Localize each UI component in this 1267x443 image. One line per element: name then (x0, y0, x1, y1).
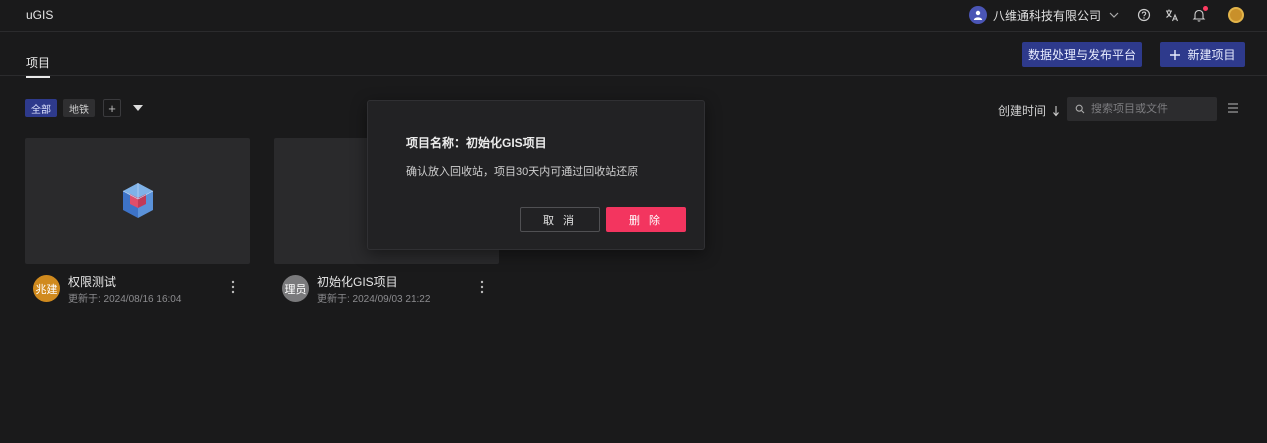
org-avatar (969, 6, 987, 24)
search-icon (1075, 104, 1085, 114)
plus-icon (1170, 49, 1181, 60)
project-meta: 兆建 权限测试 更新于: 2024/08/16 16:04 (25, 273, 250, 313)
tag-all[interactable]: 全部 (25, 99, 57, 117)
new-project-button[interactable]: 新建项目 (1160, 42, 1245, 67)
search-input[interactable] (1091, 103, 1211, 115)
translate-icon[interactable] (1164, 7, 1180, 23)
project-thumbnail[interactable] (25, 138, 250, 264)
delete-button[interactable]: 删 除 (606, 207, 686, 232)
owner-avatar: 理员 (282, 275, 309, 302)
top-bar: uGIS 八维通科技有限公司 (0, 0, 1267, 32)
new-project-label: 新建项目 (1187, 48, 1236, 62)
tags-dropdown-icon[interactable] (133, 105, 143, 111)
tag-metro[interactable]: 地铁 (63, 99, 95, 117)
org-name: 八维通科技有限公司 (993, 8, 1102, 23)
sort-label: 创建时间 (998, 104, 1047, 118)
delete-confirm-dialog: 项目名称：初始化GIS项目 确认放入回收站，项目30天内可通过回收站还原 取 消… (367, 100, 705, 250)
cube-logo-icon (122, 183, 153, 218)
owner-avatar: 兆建 (33, 275, 60, 302)
project-title[interactable]: 初始化GIS项目 (317, 273, 398, 290)
project-updated: 更新于: 2024/09/03 21:22 (317, 294, 431, 305)
confirm-title: 项目名称：初始化GIS项目 (406, 136, 547, 150)
data-platform-button[interactable]: 数据处理与发布平台 (1022, 42, 1142, 67)
cancel-button[interactable]: 取 消 (520, 207, 600, 232)
project-updated: 更新于: 2024/08/16 16:04 (68, 294, 182, 305)
project-title[interactable]: 权限测试 (68, 273, 116, 290)
users-icon (973, 10, 983, 20)
add-tag-button[interactable]: + (103, 99, 121, 117)
user-avatar[interactable] (1228, 7, 1244, 23)
list-view-icon[interactable] (1227, 102, 1239, 114)
search-box (1067, 97, 1217, 121)
project-meta: 理员 初始化GIS项目 更新于: 2024/09/03 21:22 (274, 273, 499, 313)
notification-badge (1203, 6, 1208, 11)
help-icon[interactable] (1136, 7, 1152, 23)
project-card[interactable]: 兆建 权限测试 更新于: 2024/08/16 16:04 (25, 138, 250, 313)
org-switcher[interactable]: 八维通科技有限公司 (969, 5, 1121, 25)
data-platform-label: 数据处理与发布平台 (1027, 48, 1136, 62)
tab-projects[interactable]: 项目 (26, 54, 51, 78)
more-vertical-icon[interactable] (476, 279, 488, 295)
chevron-down-icon (1109, 12, 1119, 18)
sort-control[interactable]: 创建时间 (998, 102, 1060, 119)
more-vertical-icon[interactable] (227, 279, 239, 295)
confirm-description: 确认放入回收站，项目30天内可通过回收站还原 (406, 166, 639, 178)
tag-filters: 全部 地铁 + (25, 99, 143, 117)
sort-arrow-icon (1053, 105, 1059, 116)
app-title: uGIS (26, 8, 54, 22)
tab-bar: 项目 数据处理与发布平台 新建项目 (0, 33, 1267, 78)
